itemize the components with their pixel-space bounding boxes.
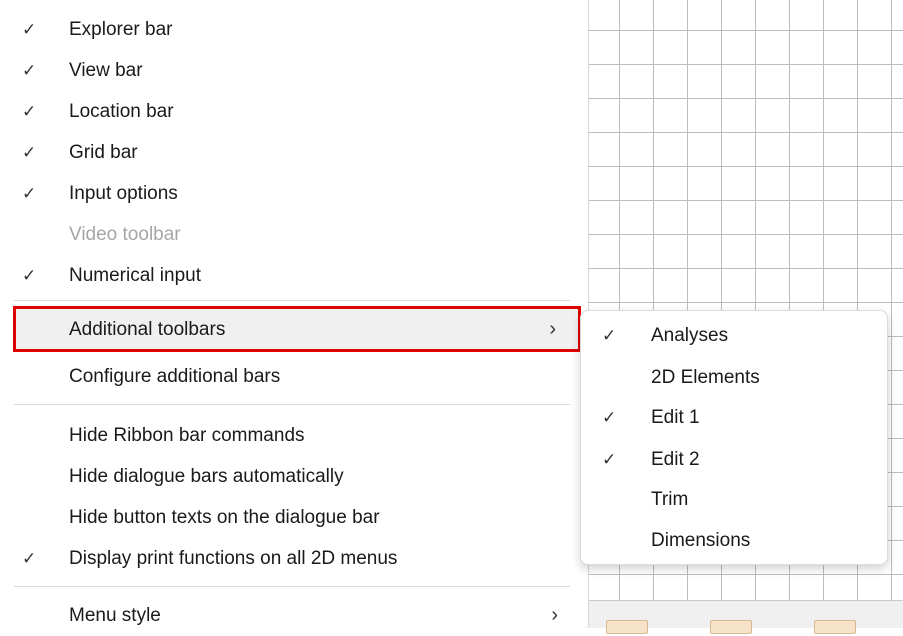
menu-item-grid-bar[interactable]: ✓ Grid bar xyxy=(0,132,588,173)
checkmark-icon: ✓ xyxy=(602,450,617,469)
submenu-item-label: Edit 1 xyxy=(651,407,700,428)
submenu-item-label: Trim xyxy=(651,489,689,510)
toolbar-button[interactable] xyxy=(606,620,648,634)
menu-item-label: Hide Ribbon bar commands xyxy=(69,424,305,446)
menu-item-label: Grid bar xyxy=(69,141,138,163)
menu-item-input-options[interactable]: ✓ Input options xyxy=(0,173,588,214)
submenu-item-label: Dimensions xyxy=(651,530,751,551)
checkmark-icon: ✓ xyxy=(22,142,37,162)
submenu-item-trim[interactable]: Trim xyxy=(581,479,887,521)
menu-item-label: Configure additional bars xyxy=(69,365,281,387)
menu-item-label: Video toolbar xyxy=(69,223,181,245)
checkmark-icon: ✓ xyxy=(602,326,617,345)
submenu-item-analyses[interactable]: ✓ Analyses xyxy=(581,315,887,357)
menu-item-label: Hide dialogue bars automatically xyxy=(69,465,344,487)
menu-item-menu-style[interactable]: Menu style › xyxy=(0,595,588,636)
checkmark-icon: ✓ xyxy=(22,60,37,80)
menu-item-label: Hide button texts on the dialogue bar xyxy=(69,506,380,528)
checkmark-icon: ✓ xyxy=(22,101,37,121)
toolbar-button[interactable] xyxy=(710,620,752,634)
menu-item-display-print-functions[interactable]: ✓ Display print functions on all 2D menu… xyxy=(0,538,588,579)
checkmark-icon: ✓ xyxy=(22,183,37,203)
menu-item-configure-additional-bars[interactable]: Configure additional bars xyxy=(0,356,588,397)
submenu-item-edit-1[interactable]: ✓ Edit 1 xyxy=(581,397,887,439)
menu-item-hide-dialogue-bars[interactable]: Hide dialogue bars automatically xyxy=(0,456,588,497)
submenu-item-dimensions[interactable]: Dimensions xyxy=(581,520,887,562)
menu-item-additional-toolbars[interactable]: Additional toolbars › xyxy=(16,309,578,350)
menu-item-label: Additional toolbars xyxy=(69,318,226,340)
menu-item-label: View bar xyxy=(69,59,143,81)
submenu-item-label: Edit 2 xyxy=(651,449,700,470)
checkmark-icon: ✓ xyxy=(22,265,37,285)
toolbar-button[interactable] xyxy=(814,620,856,634)
menu-item-view-bar[interactable]: ✓ View bar xyxy=(0,50,588,91)
menu-item-label: Numerical input xyxy=(69,264,201,286)
checkmark-icon: ✓ xyxy=(22,548,37,568)
submenu-item-edit-2[interactable]: ✓ Edit 2 xyxy=(581,439,887,481)
menu-separator xyxy=(14,586,570,587)
submenu-item-2d-elements[interactable]: 2D Elements xyxy=(581,357,887,399)
menu-item-label: Location bar xyxy=(69,100,174,122)
checkmark-icon: ✓ xyxy=(22,19,37,39)
submenu-item-label: Analyses xyxy=(651,325,729,346)
menu-item-label: Display print functions on all 2D menus xyxy=(69,547,398,569)
menu-item-numerical-input[interactable]: ✓ Numerical input xyxy=(0,255,588,296)
submenu-item-label: 2D Elements xyxy=(651,367,760,388)
checkmark-icon: ✓ xyxy=(602,408,617,427)
menu-separator xyxy=(14,300,570,301)
menu-item-video-toolbar: Video toolbar xyxy=(0,214,588,255)
menu-item-label: Input options xyxy=(69,182,178,204)
toolbars-context-menu: ✓ Explorer bar ✓ View bar ✓ Location bar… xyxy=(0,0,589,627)
chevron-right-icon: › xyxy=(549,318,556,340)
menu-item-label: Menu style xyxy=(69,604,161,626)
menu-item-hide-ribbon-commands[interactable]: Hide Ribbon bar commands xyxy=(0,415,588,456)
chevron-right-icon: › xyxy=(551,604,558,626)
menu-item-location-bar[interactable]: ✓ Location bar xyxy=(0,91,588,132)
menu-item-explorer-bar[interactable]: ✓ Explorer bar xyxy=(0,9,588,50)
menu-item-label: Explorer bar xyxy=(69,18,173,40)
menu-item-hide-button-texts[interactable]: Hide button texts on the dialogue bar xyxy=(0,497,588,538)
additional-toolbars-submenu: ✓ Analyses 2D Elements ✓ Edit 1 ✓ Edit 2… xyxy=(580,310,888,565)
menu-separator xyxy=(14,404,570,405)
